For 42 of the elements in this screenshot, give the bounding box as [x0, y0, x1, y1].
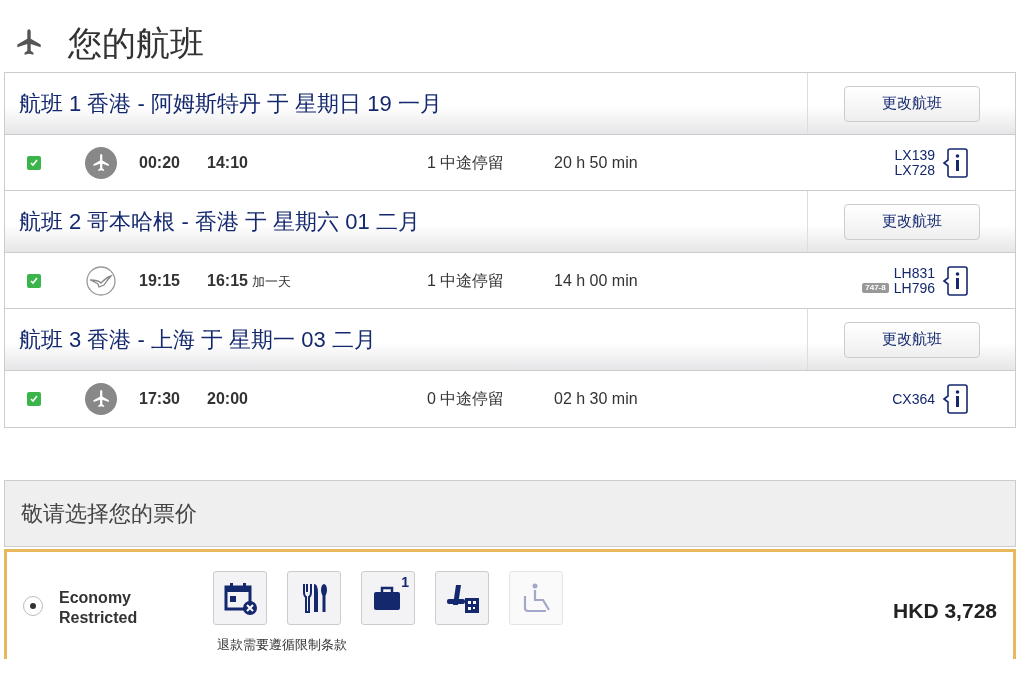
flight-number: LX139: [894, 147, 935, 163]
flight-number: LH796: [893, 280, 935, 296]
flight-number: CX364: [892, 391, 935, 407]
flight-duration: 20 h 50 min: [554, 152, 639, 173]
departure-time: 19:15: [139, 270, 181, 291]
fare-price: HKD 3,728: [893, 597, 997, 624]
fare-option[interactable]: Economy Restricted 1 退款需要遵循限制条款 HKD 3,728: [4, 549, 1016, 659]
checkbox[interactable]: [27, 273, 41, 288]
info-icon[interactable]: [941, 383, 969, 415]
arrival-time: 14:10: [207, 153, 248, 171]
arrival-time: 20:00: [207, 390, 248, 407]
flight-number: LX728: [894, 162, 935, 178]
checkbox[interactable]: [27, 155, 41, 170]
fare-name: Economy Restricted: [59, 587, 139, 628]
flight-duration: 02 h 30 min: [554, 389, 639, 409]
info-icon[interactable]: [941, 146, 969, 179]
baggage-count: 1: [401, 572, 409, 592]
stops-count: 1 中途停留: [427, 270, 506, 291]
bird-logo-icon: [85, 264, 117, 297]
fare-section-heading: 敬请选择您的票价: [4, 480, 1016, 547]
fare-note: 退款需要遵循限制条款: [217, 635, 348, 654]
airplane-circle-icon: [85, 146, 117, 179]
arrival-time: 16:15: [207, 271, 248, 289]
flight-heading: 航班 2 哥本哈根 - 香港 于 星期六 01 二月: [18, 208, 421, 236]
flight-heading: 航班 3 香港 - 上海 于 星期一 03 二月: [18, 326, 377, 354]
flight-heading: 航班 1 香港 - 阿姆斯特丹 于 星期日 19 一月: [18, 90, 443, 118]
radio-button[interactable]: [23, 595, 43, 616]
checkbox[interactable]: [27, 392, 41, 406]
info-icon[interactable]: [941, 264, 969, 297]
change-flight-button[interactable]: 更改航班: [843, 203, 980, 240]
flight-duration: 14 h 00 min: [554, 270, 639, 291]
change-flight-button[interactable]: 更改航班: [843, 321, 980, 358]
next-day-note: 加一天: [251, 273, 291, 289]
change-flight-button[interactable]: 更改航班: [843, 85, 980, 122]
departure-time: 17:30: [139, 389, 181, 409]
flight-number: LH831: [893, 265, 935, 281]
stops-count: 0 中途停留: [427, 389, 506, 409]
page-title: 您的航班: [68, 22, 204, 64]
aircraft-badge: 747-8: [862, 283, 889, 293]
airplane-circle-icon: [85, 383, 117, 415]
departure-time: 00:20: [139, 152, 181, 173]
stops-count: 1 中途停留: [427, 152, 506, 173]
